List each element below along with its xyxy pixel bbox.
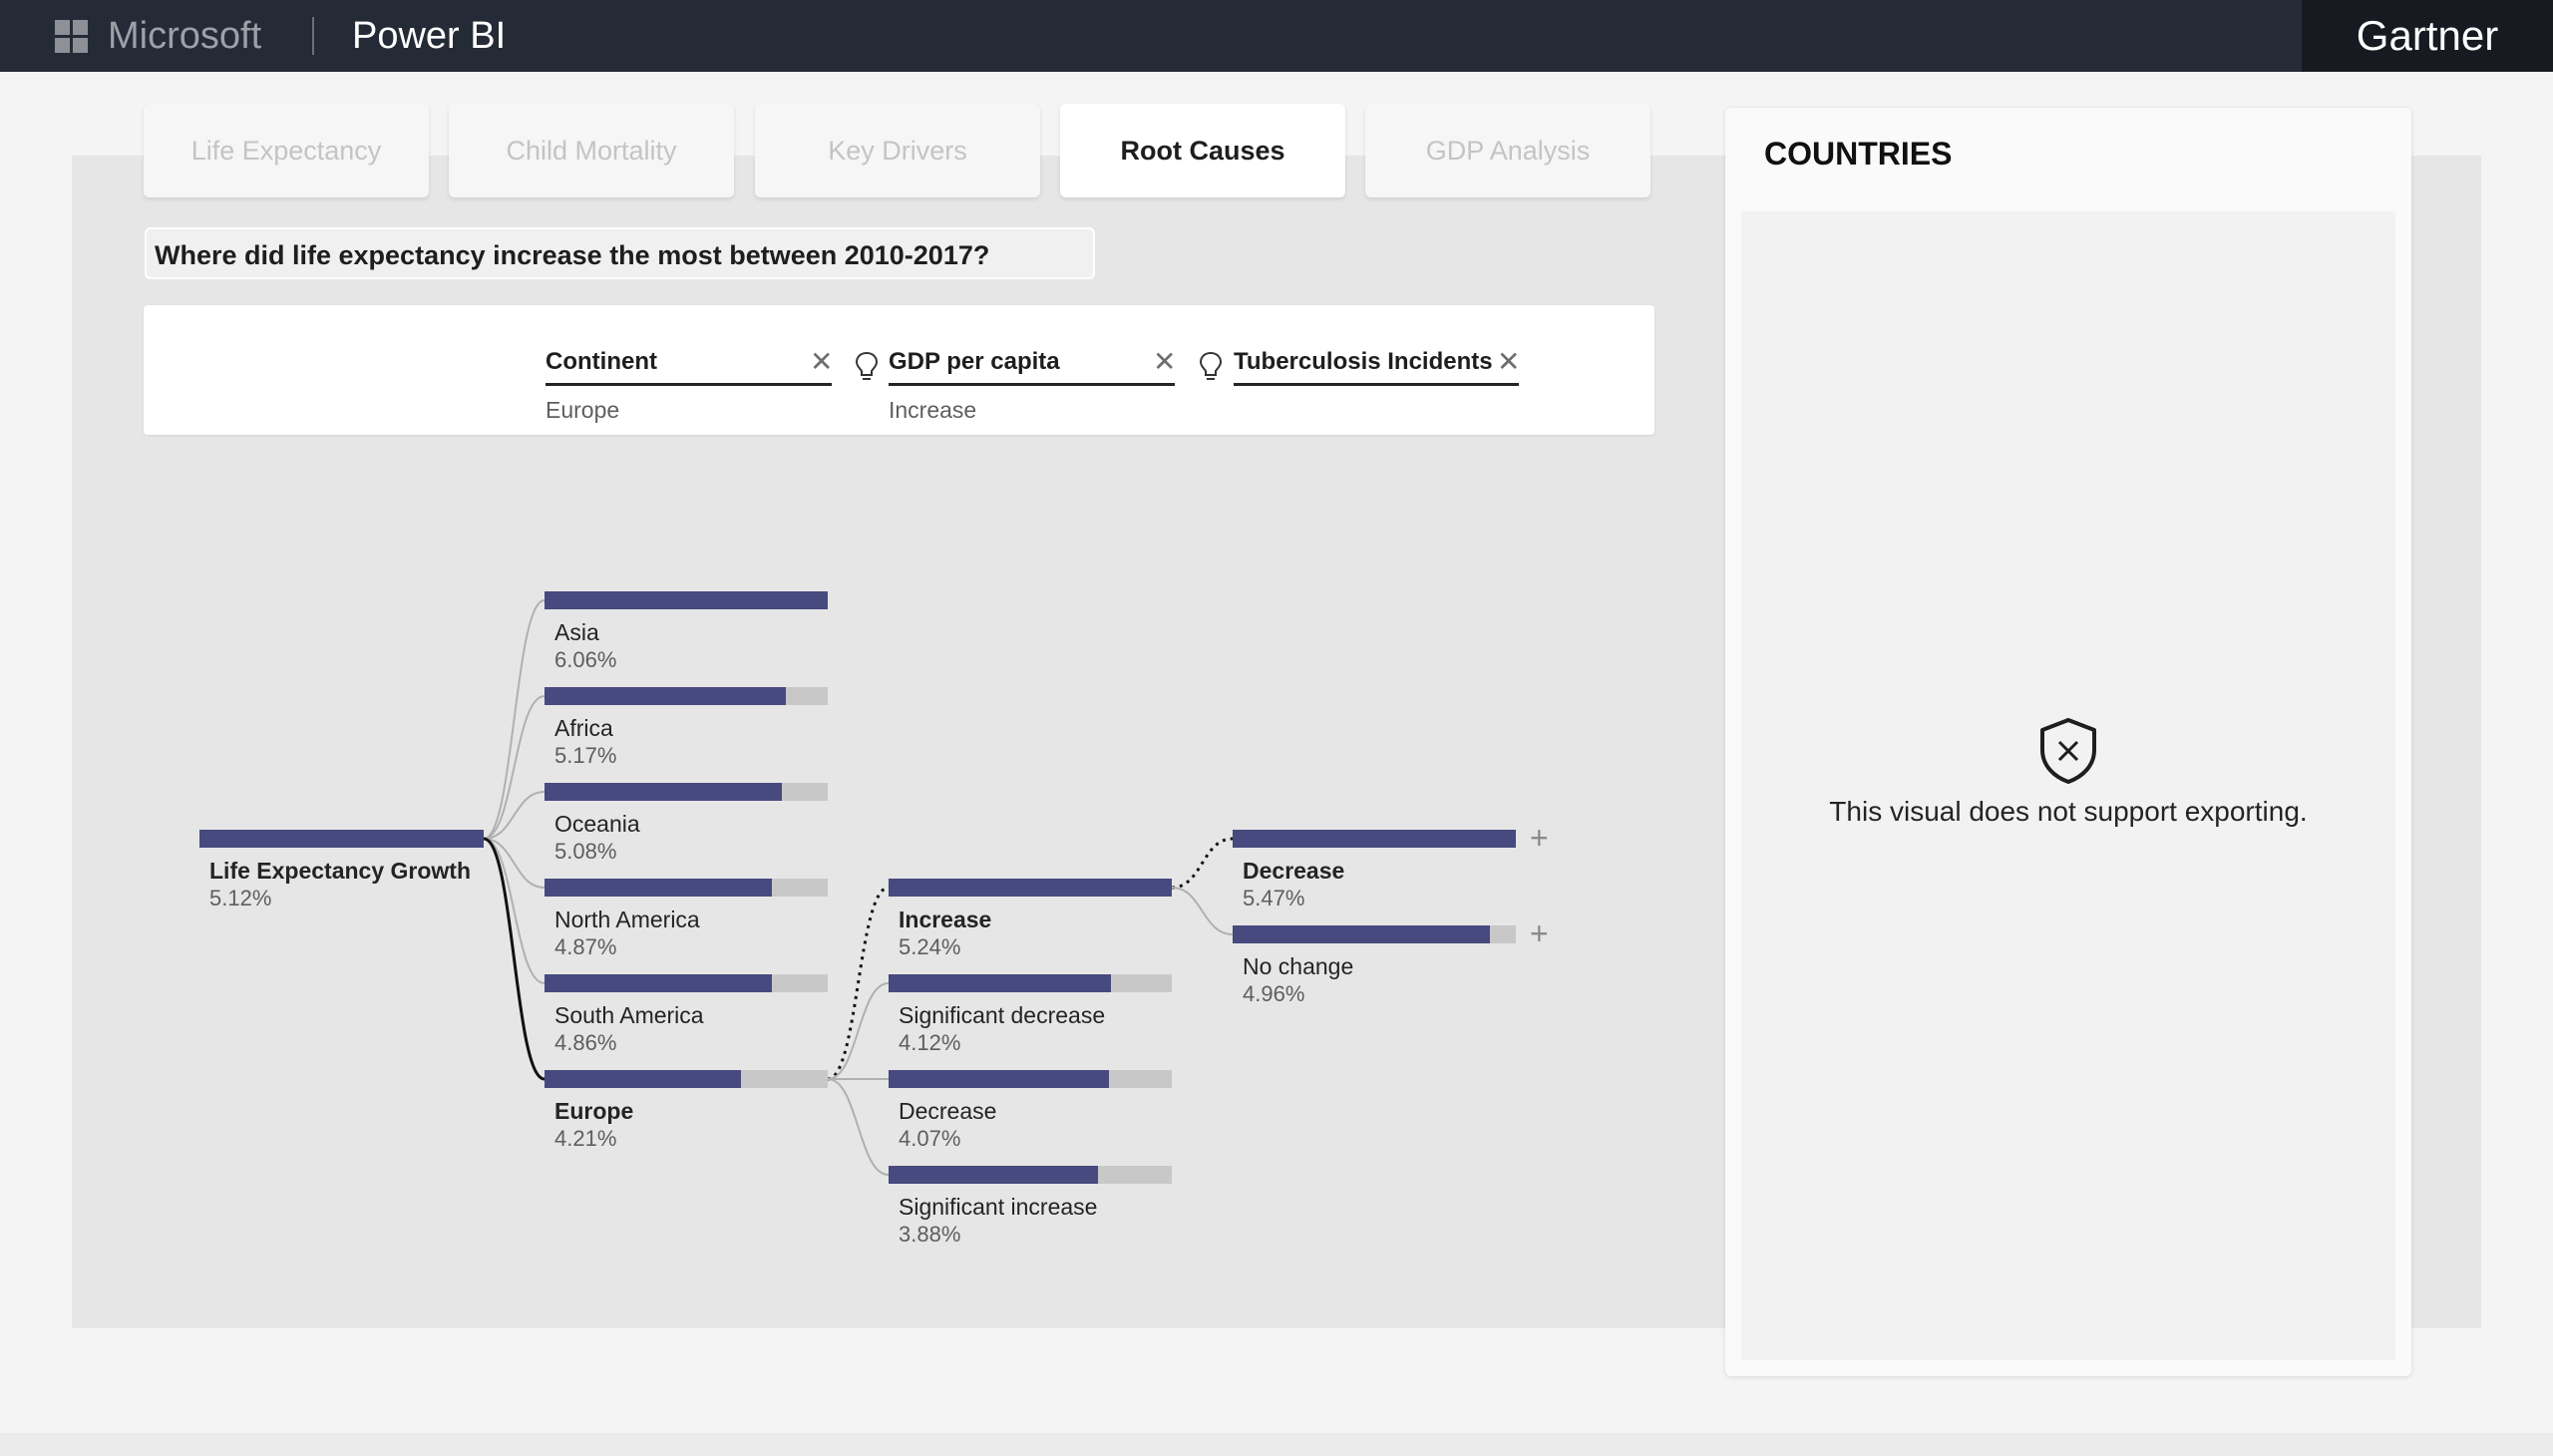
node-value: 5.24% (899, 934, 961, 959)
node-bar-track[interactable] (545, 1070, 828, 1088)
node-bar-fill (545, 879, 773, 897)
node-value: 4.87% (554, 934, 617, 959)
node-label: Life Expectancy Growth (209, 858, 472, 884)
countries-panel: COUNTRIES This visual does not support e… (1725, 108, 2411, 1376)
node-label: Decrease (899, 1098, 997, 1124)
node-bar-fill (545, 687, 787, 705)
node-bar-track[interactable] (199, 830, 484, 848)
node-bar-track[interactable] (545, 591, 828, 609)
node-label: Asia (554, 619, 599, 645)
node-bar-fill (199, 830, 484, 848)
connector-line (483, 837, 546, 1081)
node-value: 4.12% (899, 1030, 961, 1055)
node-label: North America (554, 907, 700, 932)
node-bar-fill (889, 1070, 1109, 1088)
node-label: Europe (554, 1098, 634, 1124)
node-value: 5.47% (1243, 886, 1305, 910)
node-label: South America (554, 1002, 704, 1028)
node-label: Decrease (1243, 858, 1345, 884)
connector-line (1171, 837, 1234, 890)
node-label: No change (1243, 953, 1354, 979)
node-value: 4.96% (1243, 981, 1305, 1006)
node-bar-track[interactable] (889, 1070, 1172, 1088)
node-bar-track[interactable] (545, 783, 828, 801)
node-bar-fill (1233, 830, 1516, 848)
node-label: Significant decrease (899, 1002, 1106, 1028)
node-bar-fill (545, 591, 828, 609)
node-bar-track[interactable] (545, 687, 828, 705)
node-bar-fill (889, 974, 1112, 992)
node-bar-track[interactable] (545, 879, 828, 897)
node-value: 5.17% (554, 743, 617, 768)
node-bar-track[interactable] (1233, 830, 1516, 848)
node-label: Oceania (554, 811, 640, 837)
node-bar-track[interactable] (889, 1166, 1172, 1184)
node-bar-track[interactable] (889, 879, 1172, 897)
node-label: Significant increase (899, 1194, 1098, 1220)
connector-line (483, 599, 546, 840)
node-value: 4.86% (554, 1030, 617, 1055)
node-value: 4.07% (899, 1126, 961, 1151)
node-value: 5.08% (554, 839, 617, 864)
node-label: Increase (899, 907, 992, 932)
node-bar-fill (545, 783, 782, 801)
node-bar-fill (545, 974, 772, 992)
connector-line (827, 1078, 890, 1176)
node-bar-fill (545, 1070, 742, 1088)
node-bar-fill (889, 879, 1172, 897)
panel-body (1741, 211, 2395, 1360)
connector-line (827, 982, 890, 1080)
node-value: 4.21% (554, 1126, 617, 1151)
node-label: Africa (554, 715, 613, 741)
node-bar-track[interactable] (889, 974, 1172, 992)
plus-icon[interactable]: + (1530, 917, 1549, 949)
node-bar-fill (889, 1166, 1099, 1184)
node-value: 6.06% (554, 647, 617, 672)
connector-line (1171, 887, 1234, 935)
panel-title: COUNTRIES (1764, 136, 1953, 172)
export-notice: This visual does not support exporting. (1829, 796, 2308, 827)
node-value: 5.12% (209, 886, 272, 910)
node-value: 3.88% (899, 1222, 961, 1247)
shield-x-icon (2040, 718, 2096, 784)
connector-line (827, 886, 890, 1081)
node-bar-track[interactable] (1233, 925, 1516, 943)
plus-icon[interactable]: + (1530, 822, 1549, 854)
node-bar-track[interactable] (545, 974, 828, 992)
node-bar-fill (1233, 925, 1490, 943)
